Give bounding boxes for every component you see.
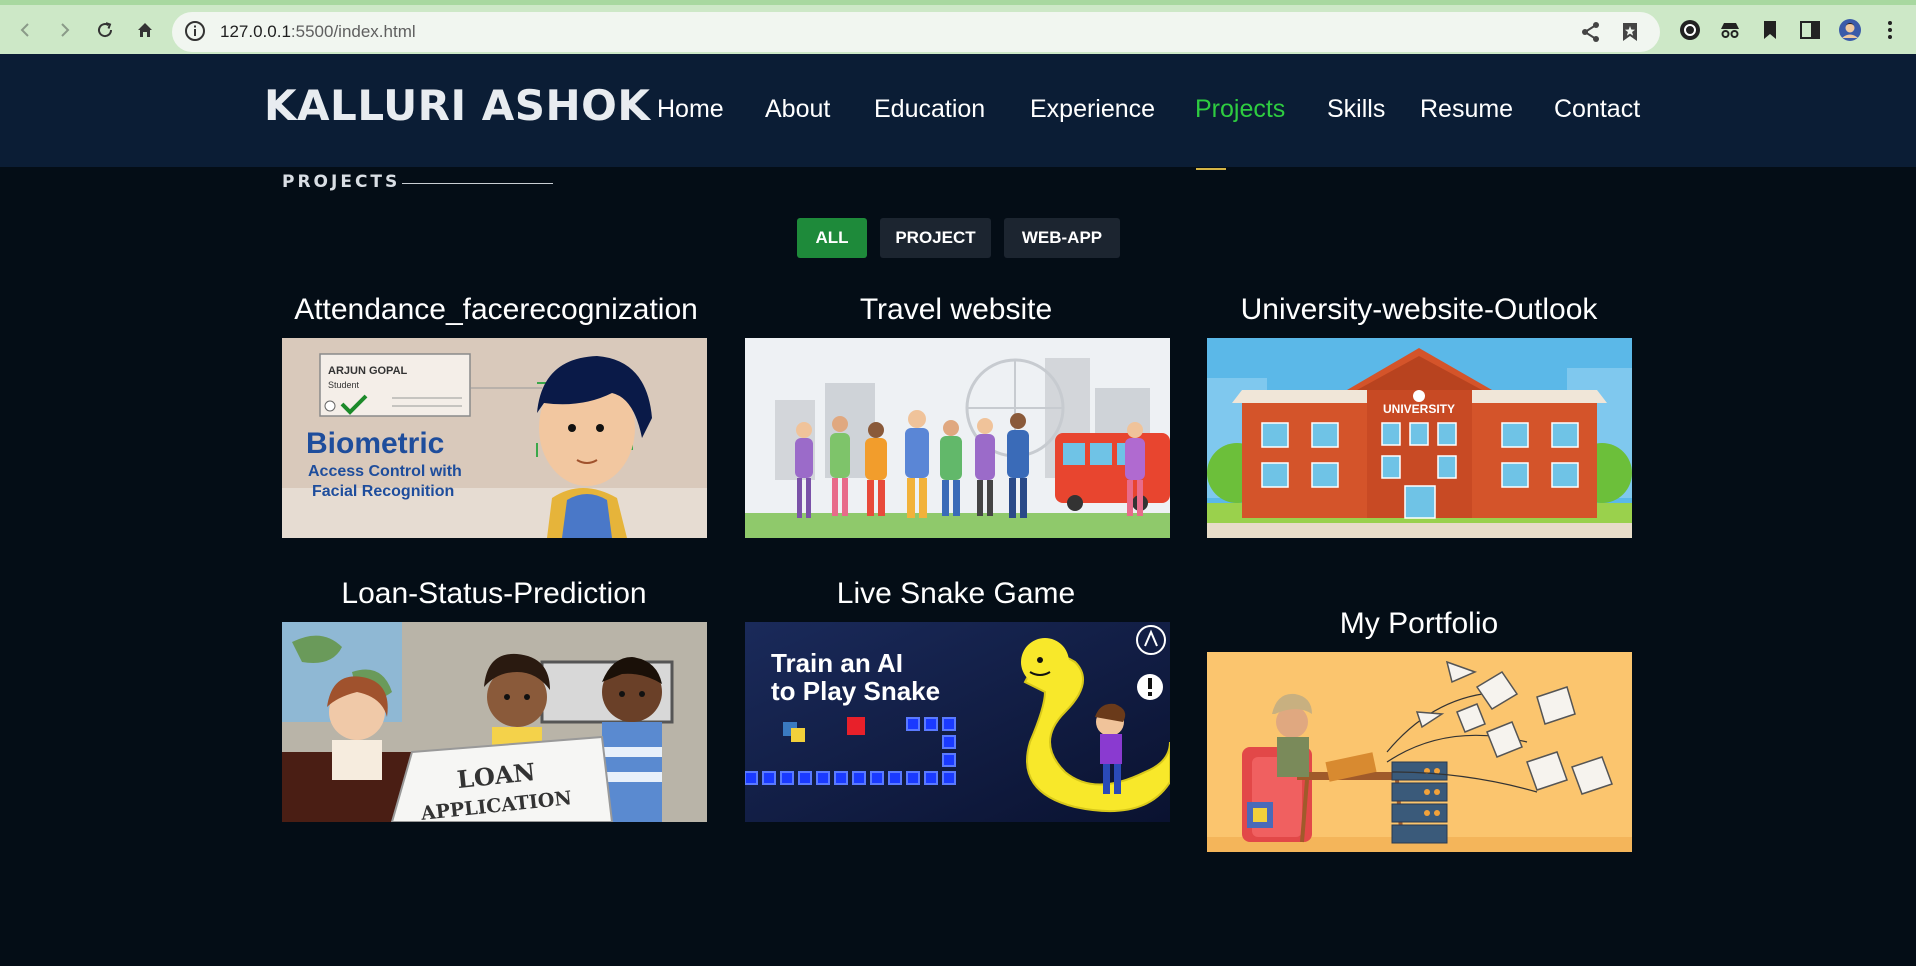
browser-toolbar: 127.0.0.1:5500/index.html [0, 0, 1916, 54]
nav-skills[interactable]: Skills [1327, 92, 1385, 126]
nav-education[interactable]: Education [874, 92, 985, 126]
address-bar[interactable]: 127.0.0.1:5500/index.html [172, 12, 1660, 52]
project-thumbnail-snake[interactable]: Train an AI to Play Snake [745, 622, 1170, 822]
filter-webapp-button[interactable]: WEB-APP [1004, 218, 1120, 258]
url-text: 127.0.0.1:5500/index.html [220, 12, 416, 52]
section-title: PROJECTS [282, 172, 401, 192]
project-thumbnail-attendance[interactable]: ARJUN GOPAL Student Biometric Access Con… [282, 338, 707, 538]
forward-icon[interactable] [50, 15, 80, 45]
image-name-text: ARJUN GOPAL [328, 365, 408, 377]
image-sign-text: UNIVERSITY [1383, 402, 1455, 416]
url-host: 127.0.0.1 [220, 22, 291, 41]
filter-all-button[interactable]: ALL [797, 218, 867, 258]
image-role-text: Student [328, 380, 360, 390]
image-sub1-text: Access Control with [308, 463, 462, 480]
nav-projects[interactable]: Projects [1195, 92, 1285, 126]
project-thumbnail-loan[interactable]: LOAN APPLICATION [282, 622, 707, 822]
home-icon[interactable] [130, 15, 160, 45]
nav-experience[interactable]: Experience [1030, 92, 1155, 126]
url-path: :5500/index.html [290, 22, 416, 41]
share-icon[interactable] [1580, 21, 1602, 47]
extension-shield-icon[interactable] [1678, 18, 1702, 46]
profile-avatar-icon[interactable] [1838, 18, 1862, 46]
nav-about[interactable]: About [765, 92, 830, 126]
nav-home[interactable]: Home [657, 92, 724, 126]
filter-project-button[interactable]: PROJECT [880, 218, 991, 258]
site-info-icon[interactable] [184, 20, 206, 46]
browser-menu-icon[interactable] [1878, 18, 1902, 46]
reload-icon[interactable] [90, 15, 120, 45]
incognito-icon[interactable] [1718, 18, 1742, 46]
image-line2-text: to Play Snake [771, 676, 940, 706]
back-icon[interactable] [10, 15, 40, 45]
project-thumbnail-university[interactable]: UNIVERSITY [1207, 338, 1632, 538]
project-title[interactable]: My Portfolio [1199, 605, 1639, 643]
project-title[interactable]: Loan-Status-Prediction [274, 575, 714, 613]
site-brand[interactable]: KALLURI ASHOK [264, 76, 650, 136]
project-thumbnail-travel[interactable] [745, 338, 1170, 538]
project-title[interactable]: Live Snake Game [736, 575, 1176, 613]
image-line1-text: Train an AI [771, 648, 903, 678]
image-sub2-text: Facial Recognition [312, 483, 454, 500]
active-nav-underline [1196, 168, 1226, 170]
side-panel-icon[interactable] [1798, 18, 1822, 46]
project-title[interactable]: Attendance_facerecognization [276, 291, 716, 329]
nav-contact[interactable]: Contact [1554, 92, 1640, 126]
project-title[interactable]: Travel website [736, 291, 1176, 329]
project-title[interactable]: University-website-Outlook [1199, 291, 1639, 329]
section-divider [402, 183, 553, 184]
site-header: KALLURI ASHOK Home About Education Exper… [0, 54, 1916, 170]
bookmark-star-icon[interactable] [1620, 21, 1640, 47]
nav-resume[interactable]: Resume [1420, 92, 1513, 126]
bookmarks-icon[interactable] [1758, 18, 1782, 46]
image-headline-text: Biometric [306, 427, 444, 460]
project-thumbnail-portfolio[interactable] [1207, 652, 1632, 852]
